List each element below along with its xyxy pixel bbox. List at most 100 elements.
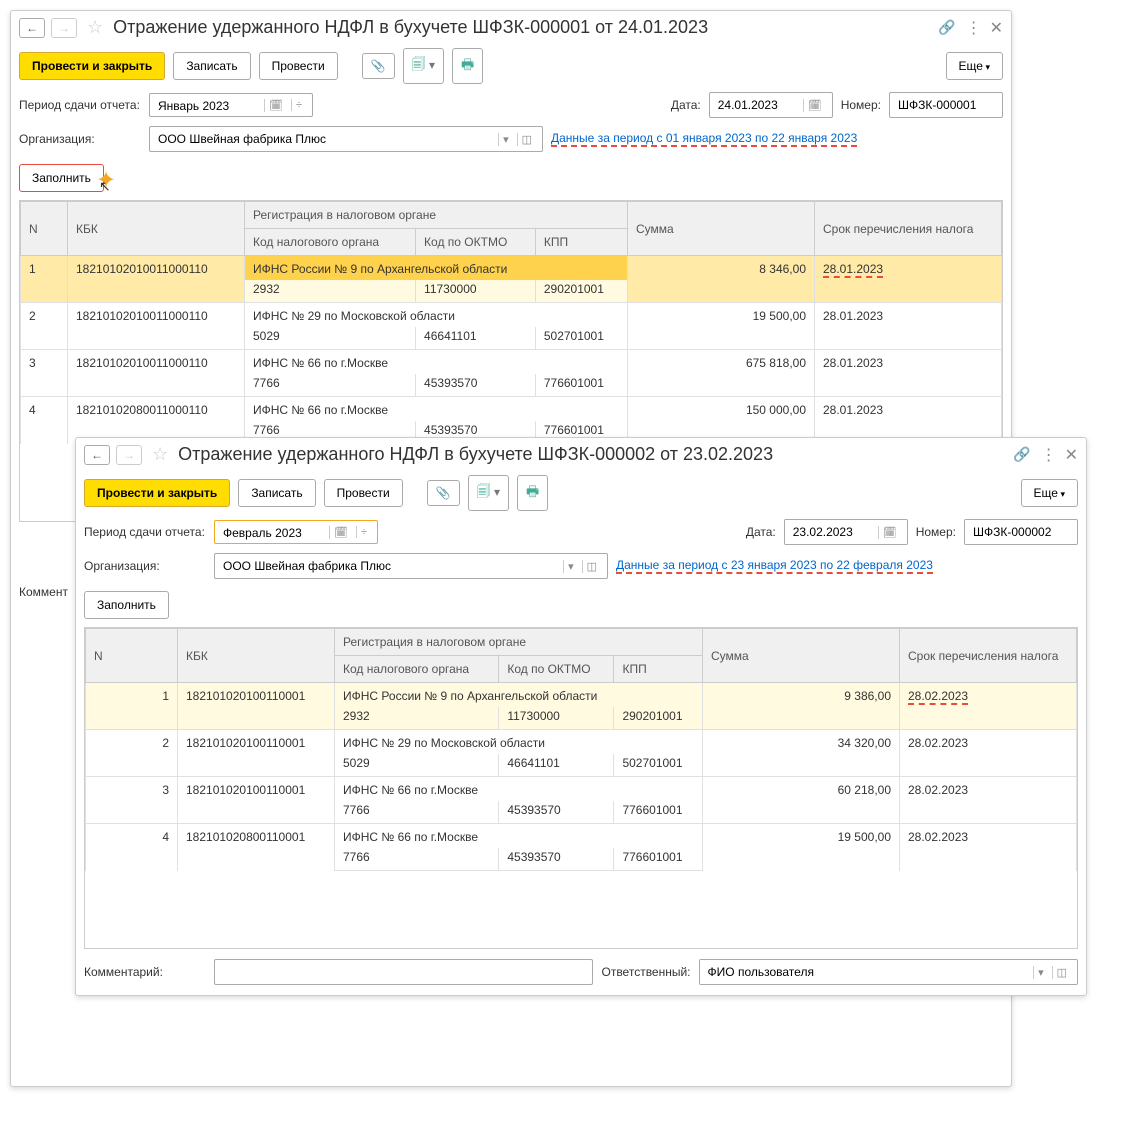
cell-kbk[interactable]: 18210102010011000110: [68, 303, 245, 350]
cell-reg[interactable]: ИФНС № 66 по г.Москве: [335, 777, 703, 802]
link-icon[interactable]: 🔗: [938, 19, 955, 36]
date-input[interactable]: [716, 97, 799, 113]
cell-due[interactable]: 28.01.2023: [815, 256, 1002, 303]
number-input[interactable]: [896, 97, 996, 113]
cell-kpp[interactable]: 290201001: [614, 707, 703, 730]
cell-reg[interactable]: ИФНС № 66 по г.Москве: [335, 824, 703, 849]
cell-kpp[interactable]: 776601001: [614, 848, 703, 871]
more-button[interactable]: Еще: [946, 52, 1003, 80]
spinner-icon[interactable]: ÷: [291, 99, 306, 111]
attach-button[interactable]: 📎: [362, 53, 395, 79]
cell-n[interactable]: 4: [21, 397, 68, 444]
calendar-icon[interactable]: 🗓: [264, 99, 287, 112]
post-close-button[interactable]: Провести и закрыть: [84, 479, 230, 507]
cell-kbk[interactable]: 182101020800110001: [178, 824, 335, 871]
cell-sum[interactable]: 9 386,00: [703, 683, 900, 730]
cell-tax-code[interactable]: 2932: [335, 707, 499, 730]
calendar-icon[interactable]: 🗓: [329, 526, 352, 539]
cell-kpp[interactable]: 776601001: [535, 374, 627, 397]
cell-reg[interactable]: ИФНС № 29 по Московской области: [245, 303, 628, 328]
cell-due[interactable]: 28.02.2023: [900, 730, 1077, 777]
close-icon[interactable]: ✕: [1065, 445, 1078, 465]
cell-due[interactable]: 28.02.2023: [900, 683, 1077, 730]
cell-n[interactable]: 3: [86, 777, 178, 824]
cell-kpp[interactable]: 502701001: [535, 327, 627, 350]
open-icon[interactable]: ◫: [1052, 966, 1071, 979]
responsible-input[interactable]: [706, 964, 1030, 980]
cell-reg[interactable]: ИФНС № 29 по Московской области: [335, 730, 703, 755]
org-input[interactable]: [221, 558, 559, 574]
save-button[interactable]: Записать: [238, 479, 315, 507]
cell-sum[interactable]: 675 818,00: [628, 350, 815, 397]
open-icon[interactable]: ◫: [582, 560, 601, 573]
cell-due[interactable]: 28.01.2023: [815, 303, 1002, 350]
forward-button[interactable]: →: [51, 18, 77, 38]
cell-oktmo[interactable]: 46641101: [416, 327, 536, 350]
cell-n[interactable]: 1: [21, 256, 68, 303]
cell-kpp[interactable]: 776601001: [614, 801, 703, 824]
cell-oktmo[interactable]: 11730000: [416, 280, 536, 303]
cell-tax-code[interactable]: 7766: [245, 374, 416, 397]
cell-kpp[interactable]: 290201001: [535, 280, 627, 303]
cell-reg[interactable]: ИФНС России № 9 по Архангельской области: [335, 683, 703, 708]
forward-button[interactable]: →: [116, 445, 142, 465]
print-button[interactable]: 🖶: [452, 48, 483, 84]
period-link[interactable]: Данные за период с 23 января 2023 по 22 …: [616, 558, 933, 574]
calendar-icon[interactable]: 🗓: [878, 526, 901, 539]
cell-n[interactable]: 1: [86, 683, 178, 730]
cell-kbk[interactable]: 182101020100110001: [178, 683, 335, 730]
period-input[interactable]: [221, 525, 325, 541]
org-input[interactable]: [156, 131, 494, 147]
fill-button[interactable]: Заполнить: [84, 591, 169, 619]
open-icon[interactable]: ◫: [517, 133, 536, 146]
cell-kbk[interactable]: 182101020100110001: [178, 777, 335, 824]
cell-n[interactable]: 3: [21, 350, 68, 397]
cell-kbk[interactable]: 182101020100110001: [178, 730, 335, 777]
post-close-button[interactable]: Провести и закрыть: [19, 52, 165, 80]
menu-icon[interactable]: ⋮: [966, 18, 980, 38]
more-button[interactable]: Еще: [1021, 479, 1078, 507]
cell-sum[interactable]: 34 320,00: [703, 730, 900, 777]
cell-sum[interactable]: 60 218,00: [703, 777, 900, 824]
print-button[interactable]: 🖶: [517, 475, 548, 511]
dropdown-icon[interactable]: ▾: [1033, 966, 1048, 979]
dropdown-icon[interactable]: ▾: [498, 133, 513, 146]
cell-oktmo[interactable]: 11730000: [499, 707, 614, 730]
cell-sum[interactable]: 19 500,00: [628, 303, 815, 350]
attach-button[interactable]: 📎: [427, 480, 460, 506]
cell-due[interactable]: 28.02.2023: [900, 777, 1077, 824]
favorite-icon[interactable]: ☆: [148, 444, 172, 465]
cell-kpp[interactable]: 502701001: [614, 754, 703, 777]
cell-sum[interactable]: 19 500,00: [703, 824, 900, 871]
close-icon[interactable]: ✕: [990, 18, 1003, 38]
back-button[interactable]: ←: [84, 445, 110, 465]
post-button[interactable]: Провести: [259, 52, 338, 80]
comment-input[interactable]: [221, 964, 586, 980]
based-on-button[interactable]: 🗐 ▾: [403, 48, 444, 84]
based-on-button[interactable]: 🗐 ▾: [468, 475, 509, 511]
cell-tax-code[interactable]: 5029: [245, 327, 416, 350]
cell-n[interactable]: 4: [86, 824, 178, 871]
date-input[interactable]: [791, 524, 874, 540]
cell-n[interactable]: 2: [86, 730, 178, 777]
fill-button[interactable]: Заполнить: [19, 164, 104, 192]
cell-reg[interactable]: ИФНС № 66 по г.Москве: [245, 350, 628, 375]
cell-tax-code[interactable]: 7766: [335, 848, 499, 871]
cell-oktmo[interactable]: 45393570: [499, 848, 614, 871]
period-link[interactable]: Данные за период с 01 января 2023 по 22 …: [551, 131, 857, 147]
cell-due[interactable]: 28.02.2023: [900, 824, 1077, 871]
period-input[interactable]: [156, 98, 260, 114]
cell-kbk[interactable]: 18210102010011000110: [68, 256, 245, 303]
post-button[interactable]: Провести: [324, 479, 403, 507]
cell-due[interactable]: 28.01.2023: [815, 350, 1002, 397]
save-button[interactable]: Записать: [173, 52, 250, 80]
dropdown-icon[interactable]: ▾: [563, 560, 578, 573]
cell-n[interactable]: 2: [21, 303, 68, 350]
calendar-icon[interactable]: 🗓: [803, 99, 826, 112]
spinner-icon[interactable]: ÷: [356, 526, 371, 538]
menu-icon[interactable]: ⋮: [1041, 445, 1055, 465]
cell-reg[interactable]: ИФНС России № 9 по Архангельской области: [245, 256, 628, 281]
cell-tax-code[interactable]: 2932: [245, 280, 416, 303]
cell-oktmo[interactable]: 46641101: [499, 754, 614, 777]
favorite-icon[interactable]: ☆: [83, 17, 107, 38]
